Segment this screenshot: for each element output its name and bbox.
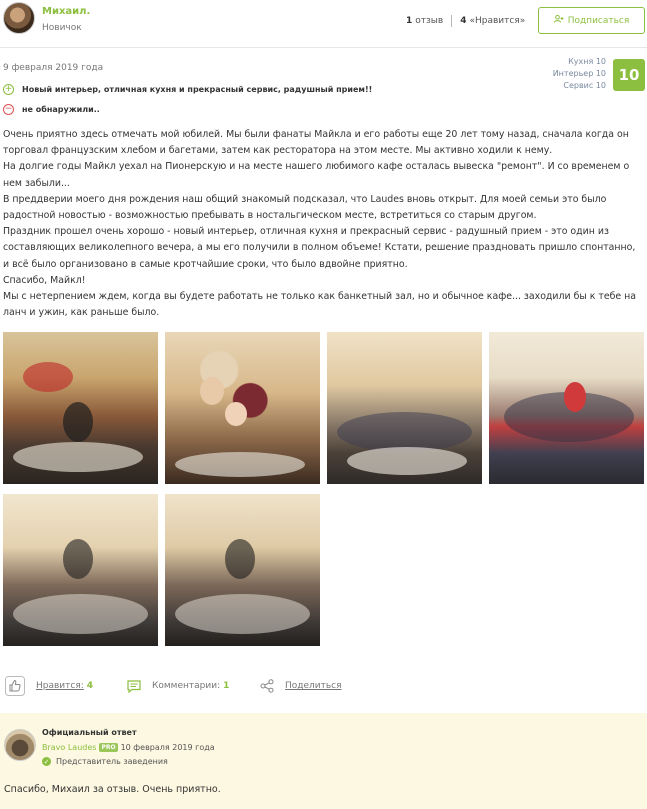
thumbs-up-icon <box>5 676 25 696</box>
verified-icon: ✓ <box>42 757 51 766</box>
review-photo[interactable] <box>3 494 158 646</box>
answer-author: Bravo Laudes PRO 10 февраля 2019 года <box>42 743 215 752</box>
answer-date: 10 февраля 2019 года <box>120 743 215 752</box>
review-text: Очень приятно здесь отмечать мой юбилей.… <box>3 127 643 321</box>
plus-icon: + <box>3 84 14 95</box>
photo-detail <box>225 402 247 426</box>
pros-text: Новый интерьер, отличная кухня и прекрас… <box>22 85 373 94</box>
minus-icon: − <box>3 104 14 115</box>
avatar[interactable] <box>3 2 35 34</box>
restaurant-avatar[interactable] <box>4 729 36 761</box>
comments-label: Комментарии: <box>152 681 221 691</box>
user-rank: Новичок <box>42 23 82 33</box>
score-service: Сервис 10 <box>563 81 606 90</box>
photo-detail <box>13 442 143 472</box>
pro-badge: PRO <box>99 743 118 752</box>
role-label: Представитель заведения <box>56 757 168 766</box>
share-button[interactable]: Поделиться <box>260 672 342 700</box>
answer-role: ✓ Представитель заведения <box>42 757 168 766</box>
category-scores: Кухня 10 Интерьер 10 Сервис 10 <box>553 56 606 92</box>
score-kitchen: Кухня 10 <box>568 57 606 66</box>
review-paragraph: Праздник прошел очень хорошо - новый инт… <box>3 226 636 270</box>
subscribe-button[interactable]: Подписаться <box>538 7 645 34</box>
review-photo[interactable] <box>489 332 644 484</box>
cons-line: − не обнаружили.. <box>3 104 100 115</box>
pros-line: + Новый интерьер, отличная кухня и прекр… <box>3 84 372 95</box>
answer-text: Спасибо, Михаил за отзыв. Очень приятно. <box>4 784 221 795</box>
comments-button[interactable]: Комментарии: 1 <box>127 672 229 700</box>
stats-divider <box>451 15 453 27</box>
score-interior: Интерьер 10 <box>552 69 606 78</box>
photo-detail <box>13 594 148 634</box>
review-paragraph: Спасибо, Майкл! <box>3 274 86 286</box>
review-paragraph: Очень приятно здесь отмечать мой юбилей.… <box>3 129 629 157</box>
reviews-count: 1 <box>406 16 413 26</box>
review-paragraph: В преддверии моего дня рождения наш общи… <box>3 193 607 222</box>
review-photo[interactable] <box>327 332 482 484</box>
add-user-icon <box>553 14 564 26</box>
photo-detail <box>23 362 73 392</box>
photo-detail <box>200 377 224 405</box>
review-header: Михаил. Новичок 1 отзыв 4 «Нравится» Под… <box>0 0 647 48</box>
official-answer: Официальный ответ Bravo Laudes PRO 10 фе… <box>0 713 647 809</box>
reviews-label: отзыв <box>415 16 444 26</box>
share-label: Поделиться <box>285 681 342 691</box>
review-actions: Нравится: 4 Комментарии: 1 Поделиться <box>0 672 647 700</box>
official-answer-title: Официальный ответ <box>42 728 137 737</box>
photo-detail <box>175 594 310 634</box>
photo-detail <box>337 412 472 452</box>
photo-detail <box>564 382 586 412</box>
review-photo[interactable] <box>165 494 320 646</box>
restaurant-name[interactable]: Bravo Laudes <box>42 743 96 752</box>
photo-detail <box>63 539 93 579</box>
comment-icon <box>127 679 141 693</box>
likes-count: 4 <box>460 16 467 26</box>
review-photo[interactable] <box>165 332 320 484</box>
review-date: 9 февраля 2019 года <box>3 63 104 73</box>
likes-label: «Нравится» <box>469 16 526 26</box>
photo-detail <box>225 539 255 579</box>
like-button[interactable]: Нравится: 4 <box>5 672 93 700</box>
user-name[interactable]: Михаил. <box>42 6 90 17</box>
cons-text: не обнаружили.. <box>22 105 100 114</box>
subscribe-label: Подписаться <box>567 15 630 26</box>
review-photo[interactable] <box>3 332 158 484</box>
comments-count: 1 <box>223 681 230 691</box>
photo-detail <box>63 402 93 442</box>
total-score-badge: 10 <box>613 59 645 91</box>
review-paragraph: На долгие годы Майкл уехал на Пионерскую… <box>3 161 630 189</box>
review-paragraph: Мы с нетерпением ждем, когда вы будете р… <box>3 291 637 319</box>
like-count: 4 <box>86 681 94 691</box>
user-stats: 1 отзыв 4 «Нравится» <box>406 15 525 27</box>
photo-detail <box>175 452 305 477</box>
share-icon <box>260 679 274 693</box>
like-label: Нравится: <box>36 681 84 691</box>
photo-detail <box>347 447 467 475</box>
